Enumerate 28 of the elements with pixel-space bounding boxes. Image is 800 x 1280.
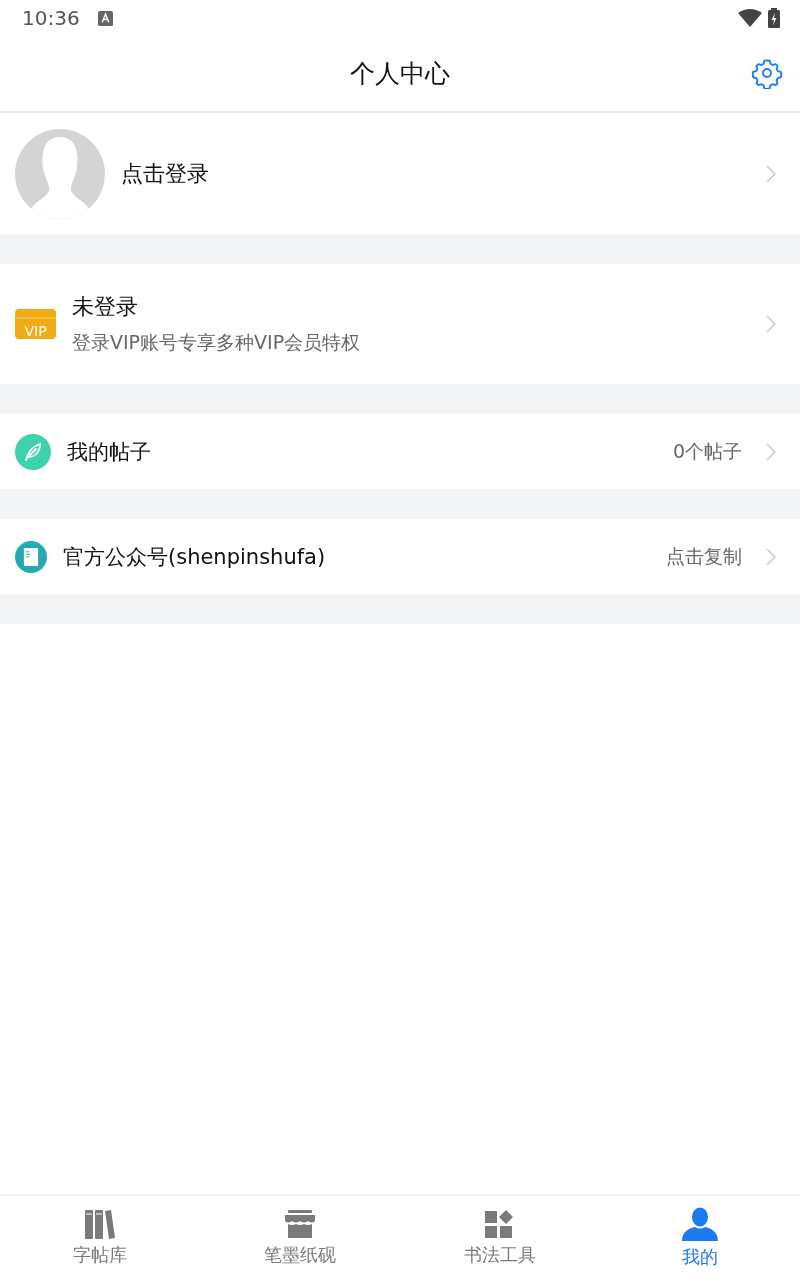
shop-icon xyxy=(284,1209,316,1239)
document-icon xyxy=(15,540,47,573)
nav-tab[interactable]: 我的 xyxy=(600,1196,800,1280)
chevron-icon xyxy=(766,164,776,183)
vip-badge: VIP xyxy=(15,309,56,339)
page-title: 个人中心 xyxy=(350,58,450,90)
person-icon xyxy=(680,1207,720,1241)
nav-tab[interactable]: 书法工具 xyxy=(400,1196,600,1280)
chevron-icon xyxy=(766,442,776,461)
chevron-icon xyxy=(766,547,776,566)
wifi-icon xyxy=(738,9,762,27)
login-label: 点击登录 xyxy=(121,159,209,188)
nav-tab[interactable]: 笔墨纸砚 xyxy=(200,1196,400,1280)
feather-icon xyxy=(15,433,51,470)
menu-value: 点击复制 xyxy=(666,543,742,569)
vip-title: 未登录 xyxy=(72,293,139,321)
battery-icon xyxy=(768,8,780,28)
keyboard-icon xyxy=(97,10,113,26)
books-icon xyxy=(84,1209,116,1239)
nav-tab[interactable]: 字帖库 xyxy=(0,1196,200,1280)
vip-subtitle: 登录VIP账号专享多种VIP会员特权 xyxy=(72,330,361,355)
grid-icon xyxy=(484,1209,516,1239)
menu-label: 我的帖子 xyxy=(67,438,151,466)
menu-label: 官方公众号(shenpinshufa) xyxy=(63,543,326,571)
menu-value: 0个帖子 xyxy=(672,438,742,464)
settings-icon[interactable] xyxy=(751,57,783,89)
status-time: 10:36 xyxy=(22,6,80,30)
chevron-icon xyxy=(766,315,776,333)
